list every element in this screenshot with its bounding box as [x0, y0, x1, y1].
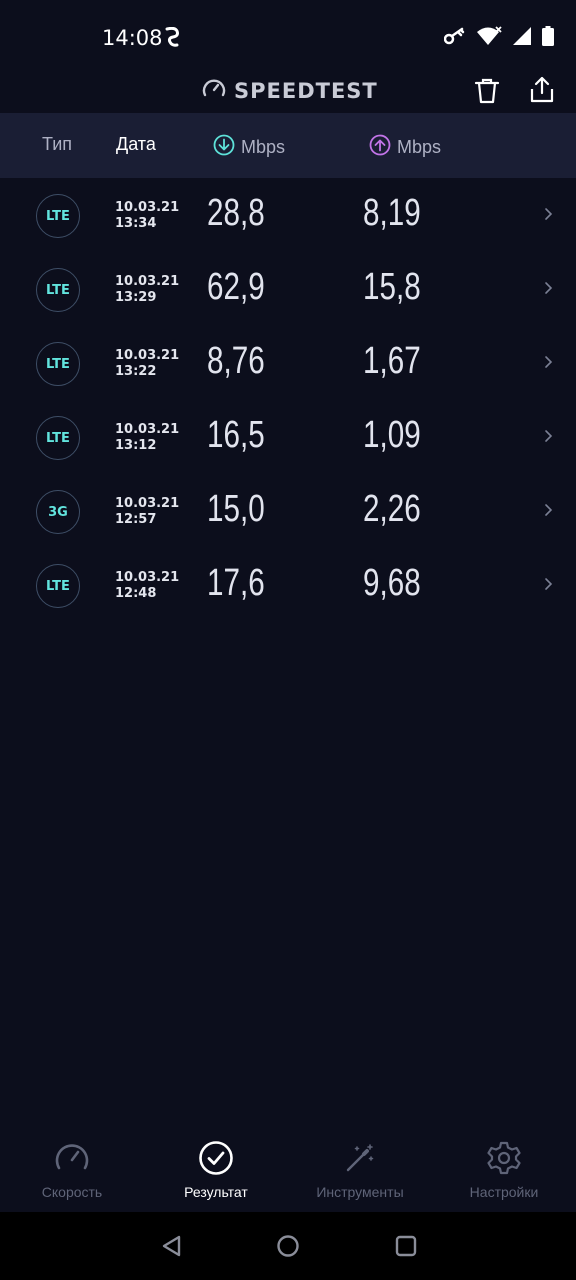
result-datetime: 10.03.21 12:48: [115, 570, 179, 602]
nav-speed[interactable]: Скорость: [0, 1138, 144, 1212]
download-icon: [213, 134, 235, 161]
upload-value: 9,68: [363, 562, 421, 604]
result-date: 10.03.21: [115, 496, 180, 511]
download-value: 28,8: [207, 192, 265, 234]
column-download-label: Mbps: [241, 137, 286, 157]
result-time: 13:34: [115, 216, 157, 231]
chevron-right-icon: [544, 428, 554, 449]
check-circle-icon: [198, 1138, 234, 1178]
result-date: 10.03.21: [115, 200, 180, 215]
share-button[interactable]: [529, 75, 555, 105]
result-time: 13:12: [115, 438, 157, 453]
connection-type-badge: LTE: [36, 342, 80, 386]
column-upload-label: Mbps: [397, 137, 442, 157]
status-time: 14:08: [102, 26, 163, 50]
chevron-right-icon: [544, 576, 554, 597]
connection-type-badge: 3G: [36, 490, 80, 534]
back-icon[interactable]: [160, 1234, 182, 1263]
column-upload[interactable]: Mbps: [369, 134, 441, 161]
column-date[interactable]: Дата: [116, 134, 156, 155]
result-row[interactable]: LTE 10.03.21 13:12 16,5 1,09: [0, 400, 576, 474]
nav-results[interactable]: Результат: [144, 1138, 288, 1212]
status-bar: 14:08: [0, 0, 576, 72]
battery-icon: [542, 26, 554, 51]
column-type[interactable]: Тип: [42, 134, 72, 155]
share-icon: [529, 76, 555, 109]
upload-value: 2,26: [363, 488, 421, 530]
result-date: 10.03.21: [115, 570, 180, 585]
magic-wand-icon: [343, 1138, 377, 1178]
upload-value: 8,19: [363, 192, 421, 234]
status-icons: [443, 26, 554, 51]
result-time: 13:29: [115, 290, 157, 305]
chevron-right-icon: [544, 206, 554, 227]
nav-settings[interactable]: Настройки: [432, 1138, 576, 1212]
chevron-right-icon: [544, 354, 554, 375]
speedometer-icon: [54, 1138, 90, 1178]
download-value: 8,76: [207, 340, 265, 382]
key-icon: [443, 27, 466, 50]
result-time: 12:57: [115, 512, 157, 527]
nav-speed-label: Скорость: [41, 1184, 103, 1200]
result-datetime: 10.03.21 13:22: [115, 348, 179, 380]
upload-value: 15,8: [363, 266, 421, 308]
result-row[interactable]: LTE 10.03.21 13:29 62,9 15,8: [0, 252, 576, 326]
column-date-label: Дата: [116, 134, 156, 154]
bottom-nav: Скорость Результат Инструменты Настройки: [0, 1138, 576, 1212]
trash-icon: [474, 78, 500, 110]
result-row[interactable]: LTE 10.03.21 12:48 17,6 9,68: [0, 548, 576, 622]
column-type-label: Тип: [42, 134, 73, 154]
result-row[interactable]: 3G 10.03.21 12:57 15,0 2,26: [0, 474, 576, 548]
upload-value: 1,67: [363, 340, 421, 382]
recents-icon[interactable]: [395, 1234, 417, 1263]
result-date: 10.03.21: [115, 274, 180, 289]
wifi-icon: [476, 26, 502, 51]
signal-icon: [512, 26, 532, 51]
chevron-right-icon: [544, 280, 554, 301]
gear-icon: [486, 1138, 522, 1178]
download-value: 16,5: [207, 414, 265, 456]
nav-tools[interactable]: Инструменты: [288, 1138, 432, 1212]
chevron-right-icon: [544, 502, 554, 523]
result-date: 10.03.21: [115, 422, 180, 437]
download-value: 17,6: [207, 562, 265, 604]
upload-value: 1,09: [363, 414, 421, 456]
result-date: 10.03.21: [115, 348, 180, 363]
connection-type-badge: LTE: [36, 416, 80, 460]
vpn-icon: [163, 26, 181, 52]
app-header: SPEEDTEST: [0, 72, 576, 112]
home-icon[interactable]: [276, 1234, 300, 1263]
gauge-icon: [202, 78, 226, 103]
connection-type-badge: LTE: [36, 194, 80, 238]
column-header: Тип Дата Mbps Mbps: [0, 113, 576, 178]
system-nav-bar: [0, 1212, 576, 1280]
connection-type-badge: LTE: [36, 564, 80, 608]
result-time: 12:48: [115, 586, 157, 601]
connection-type-badge: LTE: [36, 268, 80, 312]
download-value: 62,9: [207, 266, 265, 308]
result-time: 13:22: [115, 364, 157, 379]
result-datetime: 10.03.21 12:57: [115, 496, 179, 528]
result-datetime: 10.03.21 13:12: [115, 422, 179, 454]
app-name: SPEEDTEST: [234, 78, 378, 103]
upload-icon: [369, 134, 391, 161]
results-list: LTE 10.03.21 13:34 28,8 8,19 LTE 10.03.2…: [0, 178, 576, 622]
nav-tools-label: Инструменты: [316, 1184, 404, 1200]
download-value: 15,0: [207, 488, 265, 530]
nav-results-label: Результат: [184, 1184, 248, 1200]
delete-button[interactable]: [474, 76, 500, 106]
result-datetime: 10.03.21 13:29: [115, 274, 179, 306]
result-row[interactable]: LTE 10.03.21 13:22 8,76 1,67: [0, 326, 576, 400]
column-download[interactable]: Mbps: [213, 134, 285, 161]
nav-settings-label: Настройки: [469, 1184, 539, 1200]
result-datetime: 10.03.21 13:34: [115, 200, 179, 232]
result-row[interactable]: LTE 10.03.21 13:34 28,8 8,19: [0, 178, 576, 252]
app-logo: SPEEDTEST: [202, 78, 378, 103]
